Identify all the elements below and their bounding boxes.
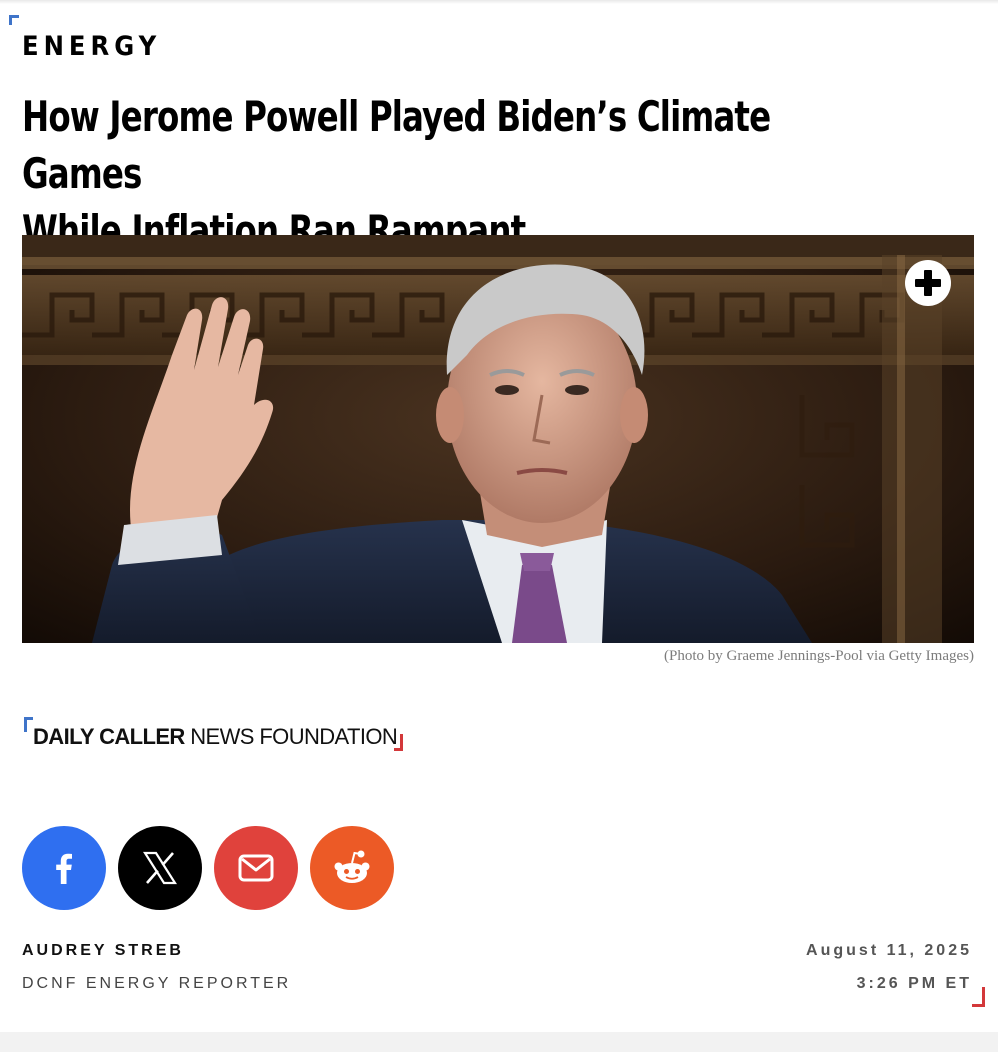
- byline-corner-accent: [972, 987, 985, 1007]
- logo-text-strong: DAILY CALLER: [33, 724, 185, 749]
- share-x-button[interactable]: [118, 826, 202, 910]
- logo-text-light: NEWS FOUNDATION: [184, 724, 398, 749]
- reddit-icon: [334, 850, 370, 883]
- photo-caption: (Photo by Graeme Jennings-Pool via Getty…: [664, 648, 974, 664]
- expand-photo-button[interactable]: [905, 260, 951, 306]
- top-divider: [0, 0, 998, 4]
- publish-time: 3:26 PM ET: [856, 975, 972, 992]
- author-role: DCNF ENERGY REPORTER: [22, 975, 292, 992]
- share-buttons: [22, 826, 394, 910]
- category-corner-accent: [9, 15, 19, 25]
- bottom-divider: [0, 1032, 998, 1052]
- logo-corner-accent-top: [24, 717, 33, 732]
- plus-icon-horizontal: [915, 279, 941, 287]
- facebook-icon: [56, 853, 72, 884]
- x-icon: [143, 851, 177, 885]
- category-label[interactable]: ENERGY: [22, 30, 161, 64]
- daily-caller-news-foundation-logo[interactable]: DAILY CALLER NEWS FOUNDATION: [24, 717, 414, 753]
- share-email-button[interactable]: [214, 826, 298, 910]
- article-photo[interactable]: [22, 235, 974, 643]
- article-headline: How Jerome Powell Played Biden’s Climate…: [22, 88, 822, 259]
- headline-line-1: How Jerome Powell Played Biden’s Climate…: [22, 92, 771, 198]
- share-reddit-button[interactable]: [310, 826, 394, 910]
- photo-illustration: [22, 235, 974, 643]
- email-icon: [238, 854, 274, 882]
- logo-corner-accent-bottom: [394, 734, 403, 751]
- logo-text: DAILY CALLER NEWS FOUNDATION: [33, 724, 398, 750]
- publish-date: August 11, 2025: [806, 942, 972, 959]
- author-name[interactable]: AUDREY STREB: [22, 942, 184, 960]
- share-facebook-button[interactable]: [22, 826, 106, 910]
